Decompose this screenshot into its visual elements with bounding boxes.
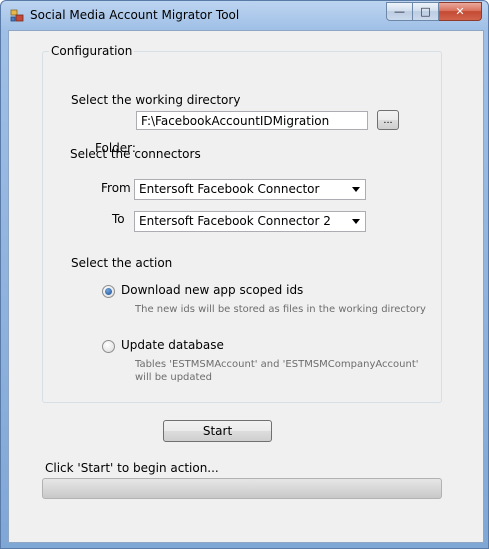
- status-text: Click 'Start' to begin action...: [45, 461, 219, 475]
- progress-bar: [42, 478, 442, 499]
- folder-input[interactable]: [136, 111, 368, 130]
- minimize-icon: —: [394, 5, 405, 18]
- close-button[interactable]: ✕: [439, 2, 482, 21]
- window-title: Social Media Account Migrator Tool: [30, 8, 240, 22]
- download-ids-hint: The new ids will be stored as files in t…: [135, 304, 426, 315]
- update-database-hint-line2: will be updated: [135, 372, 212, 383]
- start-button[interactable]: Start: [163, 420, 272, 442]
- close-icon: ✕: [455, 5, 465, 18]
- update-database-hint-line1: Tables 'ESTMSMAccount' and 'ESTMSMCompan…: [135, 359, 419, 370]
- maximize-icon: □: [420, 5, 431, 18]
- from-connector-value: Entersoft Facebook Connector: [139, 182, 320, 196]
- to-label: To: [112, 212, 125, 226]
- client-area: Configuration Select the working directo…: [8, 30, 484, 543]
- maximize-button[interactable]: □: [413, 2, 439, 21]
- action-heading: Select the action: [71, 256, 173, 270]
- minimize-button[interactable]: —: [386, 2, 413, 21]
- update-database-label[interactable]: Update database: [121, 338, 224, 352]
- to-connector-value: Entersoft Facebook Connector 2: [139, 214, 331, 228]
- chevron-down-icon: [352, 187, 360, 192]
- from-label: From: [101, 181, 131, 195]
- update-database-radio[interactable]: [102, 340, 115, 353]
- download-ids-radio[interactable]: [102, 285, 115, 298]
- working-dir-heading: Select the working directory: [71, 93, 241, 107]
- from-connector-select[interactable]: Entersoft Facebook Connector: [134, 179, 366, 200]
- browse-button[interactable]: ...: [377, 110, 399, 130]
- download-ids-label[interactable]: Download new app scoped ids: [121, 283, 303, 297]
- connectors-heading: Select the connectors: [70, 147, 201, 161]
- app-icon: [10, 9, 24, 22]
- to-connector-select[interactable]: Entersoft Facebook Connector 2: [134, 211, 366, 232]
- app-window: Social Media Account Migrator Tool — □ ✕…: [0, 0, 489, 549]
- chevron-down-icon: [352, 219, 360, 224]
- configuration-legend: Configuration: [51, 44, 133, 58]
- title-bar[interactable]: Social Media Account Migrator Tool — □ ✕: [1, 1, 488, 29]
